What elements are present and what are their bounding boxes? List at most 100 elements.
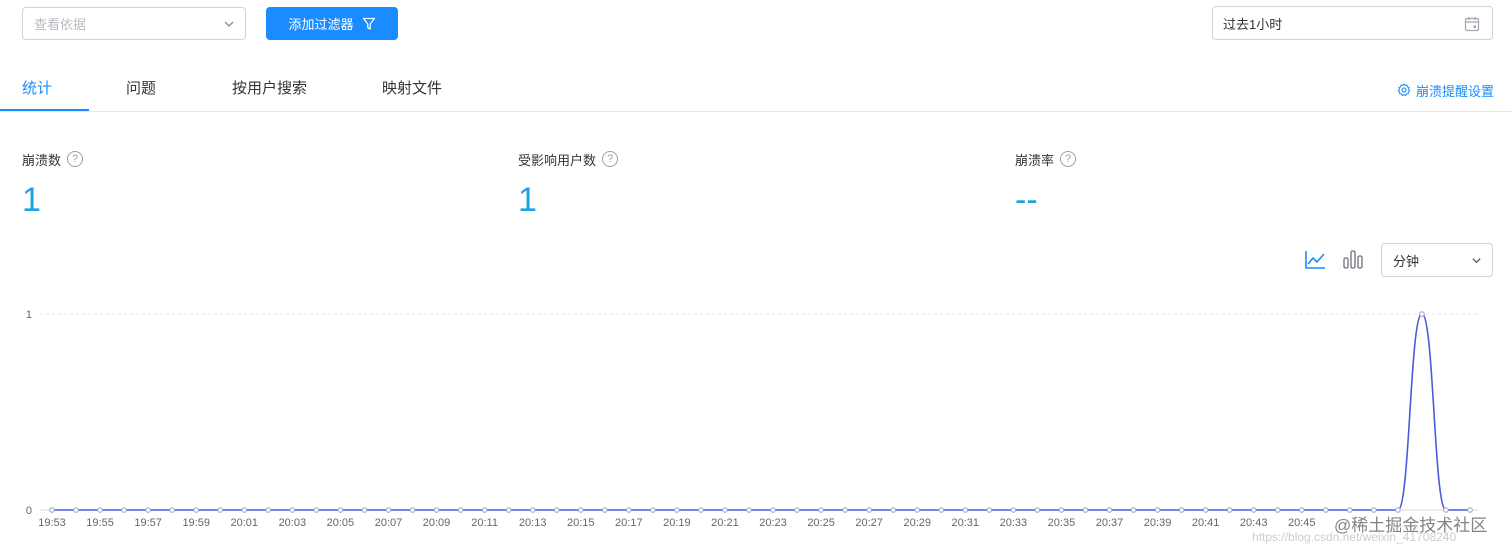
data-point bbox=[1419, 311, 1425, 317]
data-point bbox=[601, 507, 608, 513]
tab-statistics[interactable]: 统计 bbox=[22, 68, 52, 111]
data-point bbox=[722, 507, 728, 513]
chevron-down-icon bbox=[1472, 258, 1481, 264]
data-point bbox=[1058, 507, 1065, 513]
data-point bbox=[121, 507, 127, 513]
data-point bbox=[938, 507, 945, 513]
metric-value: -- bbox=[1015, 181, 1038, 219]
x-tick-label: 19:57 bbox=[134, 517, 162, 529]
data-point bbox=[770, 507, 776, 513]
tab-search-by-user[interactable]: 按用户搜索 bbox=[232, 68, 307, 111]
x-tick-label: 20:37 bbox=[1096, 517, 1124, 529]
data-point bbox=[265, 507, 272, 513]
data-point bbox=[217, 507, 224, 513]
data-point bbox=[457, 507, 464, 513]
data-point bbox=[361, 507, 368, 513]
data-point bbox=[698, 507, 704, 513]
data-point bbox=[818, 507, 824, 513]
x-tick-label: 20:13 bbox=[519, 517, 547, 529]
x-tick-label: 20:29 bbox=[903, 517, 931, 529]
view-basis-placeholder: 查看依据 bbox=[34, 17, 87, 32]
metric-value: 1 bbox=[22, 181, 41, 219]
time-granularity-select[interactable]: 分钟 bbox=[1381, 243, 1493, 277]
metric-label: 崩溃率 bbox=[1015, 152, 1055, 168]
metric-value: 1 bbox=[518, 181, 537, 219]
x-tick-label: 20:25 bbox=[807, 517, 835, 529]
x-tick-label: 20:39 bbox=[1144, 517, 1172, 529]
crash-analytics-page: 查看依据 添加过滤器 过去1小时 统计 问题 按用户搜索 映射文件 崩溃提醒设置… bbox=[0, 0, 1512, 551]
active-tab-indicator bbox=[0, 109, 89, 111]
metric-label: 受影响用户数 bbox=[518, 152, 597, 168]
line-chart-icon[interactable] bbox=[1304, 250, 1326, 270]
data-point bbox=[842, 507, 848, 513]
data-point bbox=[746, 507, 752, 513]
x-tick-label: 20:19 bbox=[663, 517, 691, 529]
data-point bbox=[409, 507, 416, 513]
data-point bbox=[553, 507, 560, 513]
metric-crash-count: 崩溃数 ? 1 bbox=[22, 150, 84, 220]
data-point bbox=[1082, 507, 1089, 513]
x-tick-label: 20:17 bbox=[615, 517, 643, 529]
data-point bbox=[193, 507, 200, 513]
x-tick-label: 19:53 bbox=[38, 517, 66, 529]
data-point bbox=[169, 507, 175, 513]
calendar-icon bbox=[1464, 17, 1480, 32]
data-point bbox=[1226, 507, 1233, 513]
watermark: @稀土掘金技术社区 bbox=[1334, 516, 1488, 535]
x-tick-label: 20:41 bbox=[1192, 517, 1220, 529]
x-tick-label: 20:01 bbox=[231, 517, 259, 529]
data-point bbox=[986, 507, 993, 513]
data-point bbox=[866, 507, 872, 513]
chevron-down-icon bbox=[224, 21, 234, 27]
x-tick-label: 20:07 bbox=[375, 517, 403, 529]
data-point bbox=[914, 507, 921, 513]
data-point bbox=[49, 507, 55, 513]
data-point bbox=[1130, 507, 1137, 513]
x-tick-label: 20:23 bbox=[759, 517, 787, 529]
help-icon[interactable]: ? bbox=[1060, 151, 1077, 167]
add-filter-button[interactable]: 添加过滤器 bbox=[266, 7, 398, 40]
tab-mapping-files[interactable]: 映射文件 bbox=[382, 68, 442, 111]
data-point bbox=[1010, 507, 1017, 513]
view-basis-select[interactable]: 查看依据 bbox=[22, 7, 246, 40]
help-icon[interactable]: ? bbox=[602, 151, 619, 167]
data-point bbox=[481, 507, 488, 513]
x-tick-label: 20:11 bbox=[471, 517, 498, 529]
data-point bbox=[794, 507, 800, 513]
x-tick-label: 20:45 bbox=[1288, 517, 1316, 529]
data-point bbox=[1178, 507, 1185, 513]
metric-label: 崩溃数 bbox=[22, 152, 62, 168]
data-point bbox=[289, 507, 296, 513]
data-point bbox=[650, 507, 656, 513]
x-tick-label: 20:09 bbox=[423, 517, 451, 529]
data-point bbox=[890, 507, 896, 513]
data-point bbox=[433, 507, 440, 513]
x-tick-label: 20:43 bbox=[1240, 517, 1268, 529]
data-point bbox=[674, 507, 680, 513]
time-granularity-value: 分钟 bbox=[1393, 253, 1420, 269]
data-point bbox=[1034, 507, 1041, 513]
add-filter-label: 添加过滤器 bbox=[288, 17, 354, 32]
help-icon[interactable]: ? bbox=[67, 151, 84, 167]
data-point bbox=[577, 507, 584, 513]
data-point bbox=[1106, 507, 1113, 513]
x-tick-label: 20:15 bbox=[567, 517, 595, 529]
x-tick-label: 20:33 bbox=[1000, 517, 1028, 529]
data-point bbox=[1298, 507, 1305, 513]
x-tick-label: 20:35 bbox=[1048, 517, 1076, 529]
data-point bbox=[241, 507, 248, 513]
crash-alert-settings-link[interactable]: 崩溃提醒设置 bbox=[1397, 80, 1494, 100]
bar-chart-icon[interactable] bbox=[1342, 248, 1364, 270]
time-range-picker[interactable]: 过去1小时 bbox=[1212, 6, 1493, 40]
x-tick-label: 20:05 bbox=[327, 517, 355, 529]
tab-issues[interactable]: 问题 bbox=[126, 68, 156, 111]
data-point bbox=[73, 507, 79, 513]
metric-crash-rate: 崩溃率 ? -- bbox=[1015, 150, 1077, 220]
data-point bbox=[1274, 507, 1281, 513]
data-point bbox=[505, 507, 512, 513]
data-point bbox=[313, 507, 320, 513]
data-point bbox=[1202, 507, 1209, 513]
data-point bbox=[1154, 507, 1161, 513]
x-tick-label: 20:03 bbox=[279, 517, 307, 529]
tab-bar: 统计 问题 按用户搜索 映射文件 bbox=[0, 68, 1512, 112]
